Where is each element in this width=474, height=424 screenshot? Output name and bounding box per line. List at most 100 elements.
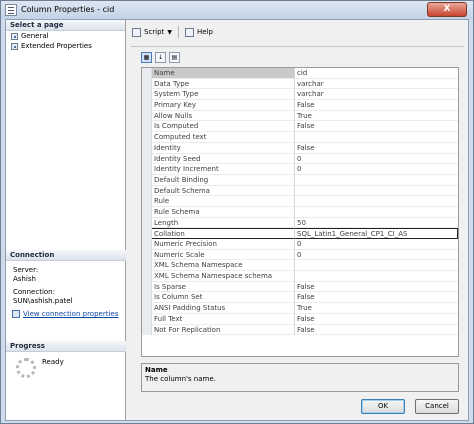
property-value[interactable]: False (295, 143, 458, 154)
property-name: Is Sparse (152, 281, 295, 293)
property-row[interactable]: Rule Schema (142, 206, 458, 218)
row-gutter (142, 313, 152, 325)
title-bar[interactable]: Column Properties - cid X (1, 1, 473, 19)
property-value[interactable]: False (295, 121, 458, 133)
cancel-button[interactable]: Cancel (415, 399, 459, 414)
property-value[interactable] (295, 132, 458, 143)
property-value[interactable] (295, 271, 458, 282)
property-value[interactable]: SQL_Latin1_General_CP1_CI_AS (295, 228, 458, 239)
property-row[interactable]: Identity Increment 0 (142, 164, 458, 175)
help-button[interactable]: Help (184, 27, 213, 37)
property-row[interactable]: XML Schema Namespace (142, 260, 458, 272)
property-value[interactable]: cid (295, 68, 458, 79)
view-connection-properties-link[interactable]: View connection properties (23, 310, 118, 318)
property-name: Default Binding (152, 174, 295, 186)
property-row[interactable]: Name cid (142, 68, 458, 79)
close-button[interactable]: X (427, 2, 467, 17)
row-gutter (142, 164, 152, 175)
property-value[interactable]: False (295, 282, 458, 293)
property-row[interactable]: Primary Key False (142, 100, 458, 111)
property-row[interactable]: Default Binding (142, 174, 458, 186)
property-row[interactable]: Rule (142, 196, 458, 207)
property-value[interactable]: 50 (295, 218, 458, 229)
property-name: Length (152, 217, 295, 229)
row-gutter (142, 78, 152, 90)
property-value[interactable]: False (295, 292, 458, 304)
row-gutter (142, 132, 152, 143)
page-item-extended-properties[interactable]: Extended Properties (6, 41, 125, 51)
property-row[interactable]: Computed text (142, 132, 458, 143)
property-value[interactable]: False (295, 100, 458, 111)
property-pages-icon[interactable]: ▤ (169, 52, 180, 63)
window-title: Column Properties - cid (21, 5, 115, 14)
property-row[interactable]: Numeric Scale 0 (142, 249, 458, 261)
property-row[interactable]: System Type varchar (142, 89, 458, 101)
property-value[interactable] (295, 260, 458, 272)
property-value[interactable] (295, 175, 458, 186)
row-gutter (142, 196, 152, 207)
description-panel: Name The column's name. (141, 363, 459, 392)
property-value[interactable]: 0 (295, 164, 458, 175)
property-row[interactable]: Length 50 (142, 217, 458, 229)
property-row[interactable]: Identity False (142, 142, 458, 154)
toolbar-separator (177, 26, 179, 38)
property-name: Data Type (152, 78, 295, 90)
property-row[interactable]: Allow Nulls True (142, 110, 458, 122)
property-name: Full Text (152, 313, 295, 325)
connection-section: Connection Server: Ashish Connection: SU… (6, 250, 126, 318)
property-name: Numeric Scale (152, 249, 295, 261)
help-label: Help (196, 28, 213, 36)
property-row[interactable]: Numeric Precision 0 (142, 239, 458, 250)
property-value[interactable]: 0 (295, 154, 458, 165)
property-name: Computed text (152, 132, 295, 143)
property-row[interactable]: XML Schema Namespace schema (142, 271, 458, 282)
property-value[interactable] (295, 196, 458, 207)
property-row[interactable]: Not For Replication False (142, 324, 458, 336)
toolbar-divider (131, 46, 464, 47)
script-button[interactable]: Script ▼ (132, 27, 172, 37)
property-value[interactable] (295, 207, 458, 218)
progress-spinner-icon (16, 358, 36, 378)
row-gutter (142, 206, 152, 218)
script-icon (132, 27, 141, 37)
property-value[interactable]: False (295, 314, 458, 325)
property-name: Allow Nulls (152, 110, 295, 122)
property-value[interactable]: False (295, 325, 458, 336)
property-row[interactable]: Is Sparse False (142, 281, 458, 293)
property-row[interactable]: Full Text False (142, 313, 458, 325)
ok-button[interactable]: OK (361, 399, 405, 414)
dialog-client-area: Select a page General Extended Propertie… (5, 19, 469, 421)
connection-value: SUN\ashish.patel (13, 297, 73, 305)
property-value[interactable]: 0 (295, 239, 458, 250)
description-text: The column's name. (145, 375, 216, 383)
property-name: Not For Replication (152, 324, 295, 336)
properties-icon (12, 310, 20, 318)
property-value[interactable]: varchar (295, 79, 458, 90)
property-value[interactable]: True (295, 303, 458, 314)
property-value[interactable]: varchar (295, 89, 458, 101)
view-connection-properties[interactable]: View connection properties (6, 310, 126, 318)
property-value[interactable]: True (295, 111, 458, 122)
categorized-icon[interactable]: ▦ (141, 52, 152, 63)
page-item-general[interactable]: General (6, 31, 125, 41)
property-name: Default Schema (152, 185, 295, 197)
property-row[interactable]: Is Column Set False (142, 292, 458, 304)
property-name: Primary Key (152, 100, 295, 111)
property-row[interactable]: Collation SQL_Latin1_General_CP1_CI_AS (142, 228, 458, 239)
property-value[interactable] (295, 186, 458, 197)
property-row[interactable]: Is Computed False (142, 121, 458, 133)
select-page-header: Select a page (6, 20, 125, 31)
chevron-down-icon[interactable]: ▼ (167, 29, 172, 36)
row-gutter (142, 142, 152, 154)
button-bar: OK Cancel (127, 392, 468, 420)
sort-alphabetical-icon[interactable]: ↓ (155, 52, 166, 63)
row-gutter (142, 121, 152, 133)
property-row[interactable]: Default Schema (142, 185, 458, 197)
help-icon (184, 27, 194, 37)
property-row[interactable]: Data Type varchar (142, 78, 458, 90)
property-row[interactable]: Identity Seed 0 (142, 153, 458, 165)
row-gutter (142, 271, 152, 282)
property-row[interactable]: ANSI Padding Status True (142, 303, 458, 314)
progress-header: Progress (6, 341, 126, 352)
property-value[interactable]: 0 (295, 250, 458, 261)
